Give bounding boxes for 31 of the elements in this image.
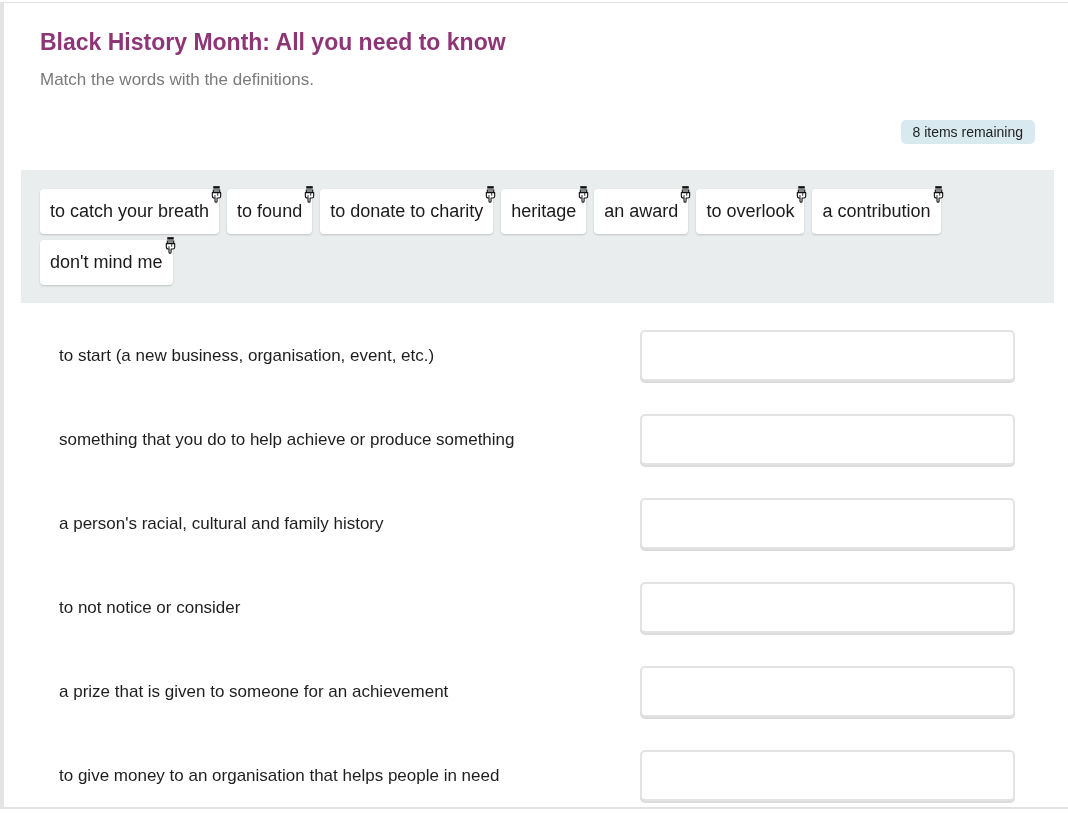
word-chip[interactable]: to catch your breath [40, 189, 220, 234]
answer-box[interactable] [640, 750, 1015, 801]
word-chip[interactable]: an award [594, 189, 689, 234]
answer-box[interactable] [640, 666, 1015, 717]
hand-pointing-down-icon [303, 186, 317, 203]
definition-text: something that you do to help achieve or produce something [59, 429, 515, 450]
hand-pointing-down-icon [163, 237, 177, 254]
answer-box[interactable] [640, 498, 1015, 549]
word-chip[interactable]: to overlook [696, 189, 805, 234]
definition-text: a prize that is given to someone for an achievement [59, 681, 449, 702]
hand-pointing-down-icon [577, 186, 591, 203]
instruction-text: Match the words with the definitions. [40, 69, 316, 91]
answer-box[interactable] [640, 582, 1015, 633]
word-chip[interactable]: a contribution [812, 189, 941, 234]
word-chip[interactable]: to donate to charity [320, 189, 494, 234]
items-remaining-counter: 8 items remaining [900, 120, 1035, 144]
definition-text: a person's racial, cultural and family history [59, 513, 384, 534]
hand-pointing-down-icon [795, 186, 809, 203]
word-chip[interactable]: don't mind me [40, 240, 173, 285]
word-chip[interactable]: to found [227, 189, 313, 234]
definition-text: to give money to an organisation that helps people in need [59, 765, 500, 786]
answer-box[interactable] [640, 330, 1015, 381]
exercise-title: Black History Month: All you need to know [40, 28, 507, 57]
hand-pointing-down-icon [931, 186, 945, 203]
hand-pointing-down-icon [484, 186, 498, 203]
hand-pointing-down-icon [210, 186, 224, 203]
definition-text: to not notice or consider [59, 597, 241, 618]
answer-box[interactable] [640, 414, 1015, 465]
word-chip[interactable]: heritage [501, 189, 587, 234]
definition-text: to start (a new business, organisation, event, etc.) [59, 345, 435, 366]
hand-pointing-down-icon [679, 186, 693, 203]
